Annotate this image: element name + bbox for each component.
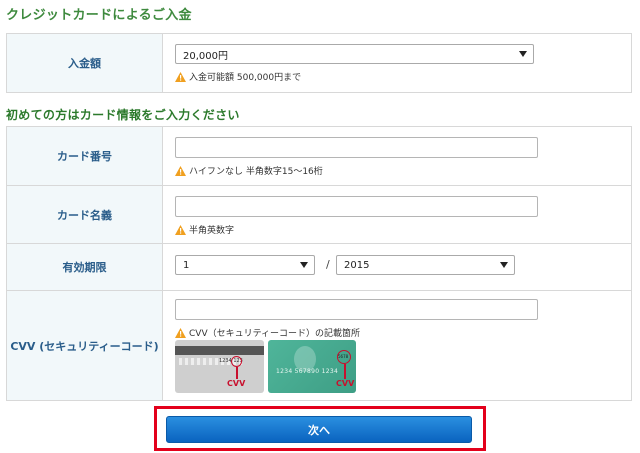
expiry-month-value: 1 bbox=[183, 259, 190, 271]
magnetic-stripe bbox=[175, 346, 264, 355]
cvv-callout-front: CVV bbox=[336, 379, 355, 388]
deposit-amount-select[interactable]: 20,000円 bbox=[175, 44, 534, 64]
card-back-image: 1234 123 CVV bbox=[175, 340, 264, 393]
expiry-label: 有効期限 bbox=[7, 244, 163, 290]
next-button-highlight: 次へ bbox=[154, 406, 486, 451]
cvv-pointer-front bbox=[344, 364, 346, 379]
cvv-callout-back: CVV bbox=[227, 379, 246, 388]
card-name-note-text: 半角英数字 bbox=[189, 226, 235, 236]
card-number-row: カード番号 ハイフンなし 半角数字15～16桁 bbox=[7, 127, 631, 185]
page-title: クレジットカードによるご入金 bbox=[6, 8, 192, 23]
cvv-input[interactable] bbox=[175, 299, 538, 320]
card-front-number: 1234 567890 1234 bbox=[276, 368, 339, 375]
deposit-amount-label: 入金額 bbox=[7, 34, 163, 92]
card-name-row: カード名義 半角英数字 bbox=[7, 185, 631, 243]
card-form-box: カード番号 ハイフンなし 半角数字15～16桁 カード名義 半角英数字 有効期限… bbox=[6, 126, 632, 401]
next-button[interactable]: 次へ bbox=[166, 416, 472, 443]
card-name-input[interactable] bbox=[175, 196, 538, 217]
chevron-down-icon bbox=[519, 51, 527, 57]
cvv-pointer-back bbox=[236, 367, 238, 379]
cvv-row: CVV (セキュリティーコード) CVV（セキュリティーコード）の記載箇所 12… bbox=[7, 290, 631, 400]
chevron-down-icon bbox=[300, 262, 308, 268]
card-name-note: 半角英数字 bbox=[175, 223, 234, 236]
card-number-note-text: ハイフンなし 半角数字15～16桁 bbox=[189, 167, 323, 177]
card-number-input[interactable] bbox=[175, 137, 538, 158]
deposit-row: 入金額 20,000円 入金可能額 500,000円まで bbox=[7, 34, 631, 92]
expiry-row: 有効期限 1 / 2015 bbox=[7, 243, 631, 290]
warning-icon bbox=[175, 327, 186, 338]
cvv-note-text: CVV（セキュリティーコード）の記載箇所 bbox=[189, 329, 361, 339]
deposit-form-box: 入金額 20,000円 入金可能額 500,000円まで bbox=[6, 33, 632, 93]
expiry-year-value: 2015 bbox=[344, 259, 370, 271]
expiry-cell: 1 / 2015 bbox=[164, 244, 631, 290]
cvv-label: CVV (セキュリティーコード) bbox=[7, 291, 163, 400]
card-number-label: カード番号 bbox=[7, 127, 163, 185]
cvv-circle-back bbox=[231, 356, 242, 367]
chevron-down-icon bbox=[500, 262, 508, 268]
expiry-month-select[interactable]: 1 bbox=[175, 255, 315, 275]
card-name-cell: 半角英数字 bbox=[164, 186, 631, 243]
deposit-note: 入金可能額 500,000円まで bbox=[175, 70, 301, 83]
card-front-image: 1234 567890 1234 5678 CVV bbox=[268, 340, 356, 393]
card-front-code: 5678 bbox=[338, 354, 349, 359]
deposit-amount-value: 20,000円 bbox=[183, 50, 228, 62]
card-name-label: カード名義 bbox=[7, 186, 163, 243]
cvv-note: CVV（セキュリティーコード）の記載箇所 bbox=[175, 326, 360, 339]
warning-icon bbox=[175, 224, 186, 235]
card-section-title: 初めての方はカード情報をご入力ください bbox=[6, 108, 240, 122]
expiry-separator: / bbox=[326, 258, 330, 271]
card-number-note: ハイフンなし 半角数字15～16桁 bbox=[175, 164, 323, 177]
warning-icon bbox=[175, 71, 186, 82]
warning-icon bbox=[175, 165, 186, 176]
deposit-amount-cell: 20,000円 入金可能額 500,000円まで bbox=[164, 34, 631, 92]
cvv-cell: CVV（セキュリティーコード）の記載箇所 1234 123 CVV 1234 5… bbox=[164, 291, 631, 400]
deposit-note-text: 入金可能額 500,000円まで bbox=[189, 73, 302, 83]
expiry-year-select[interactable]: 2015 bbox=[336, 255, 515, 275]
card-number-cell: ハイフンなし 半角数字15～16桁 bbox=[164, 127, 631, 185]
